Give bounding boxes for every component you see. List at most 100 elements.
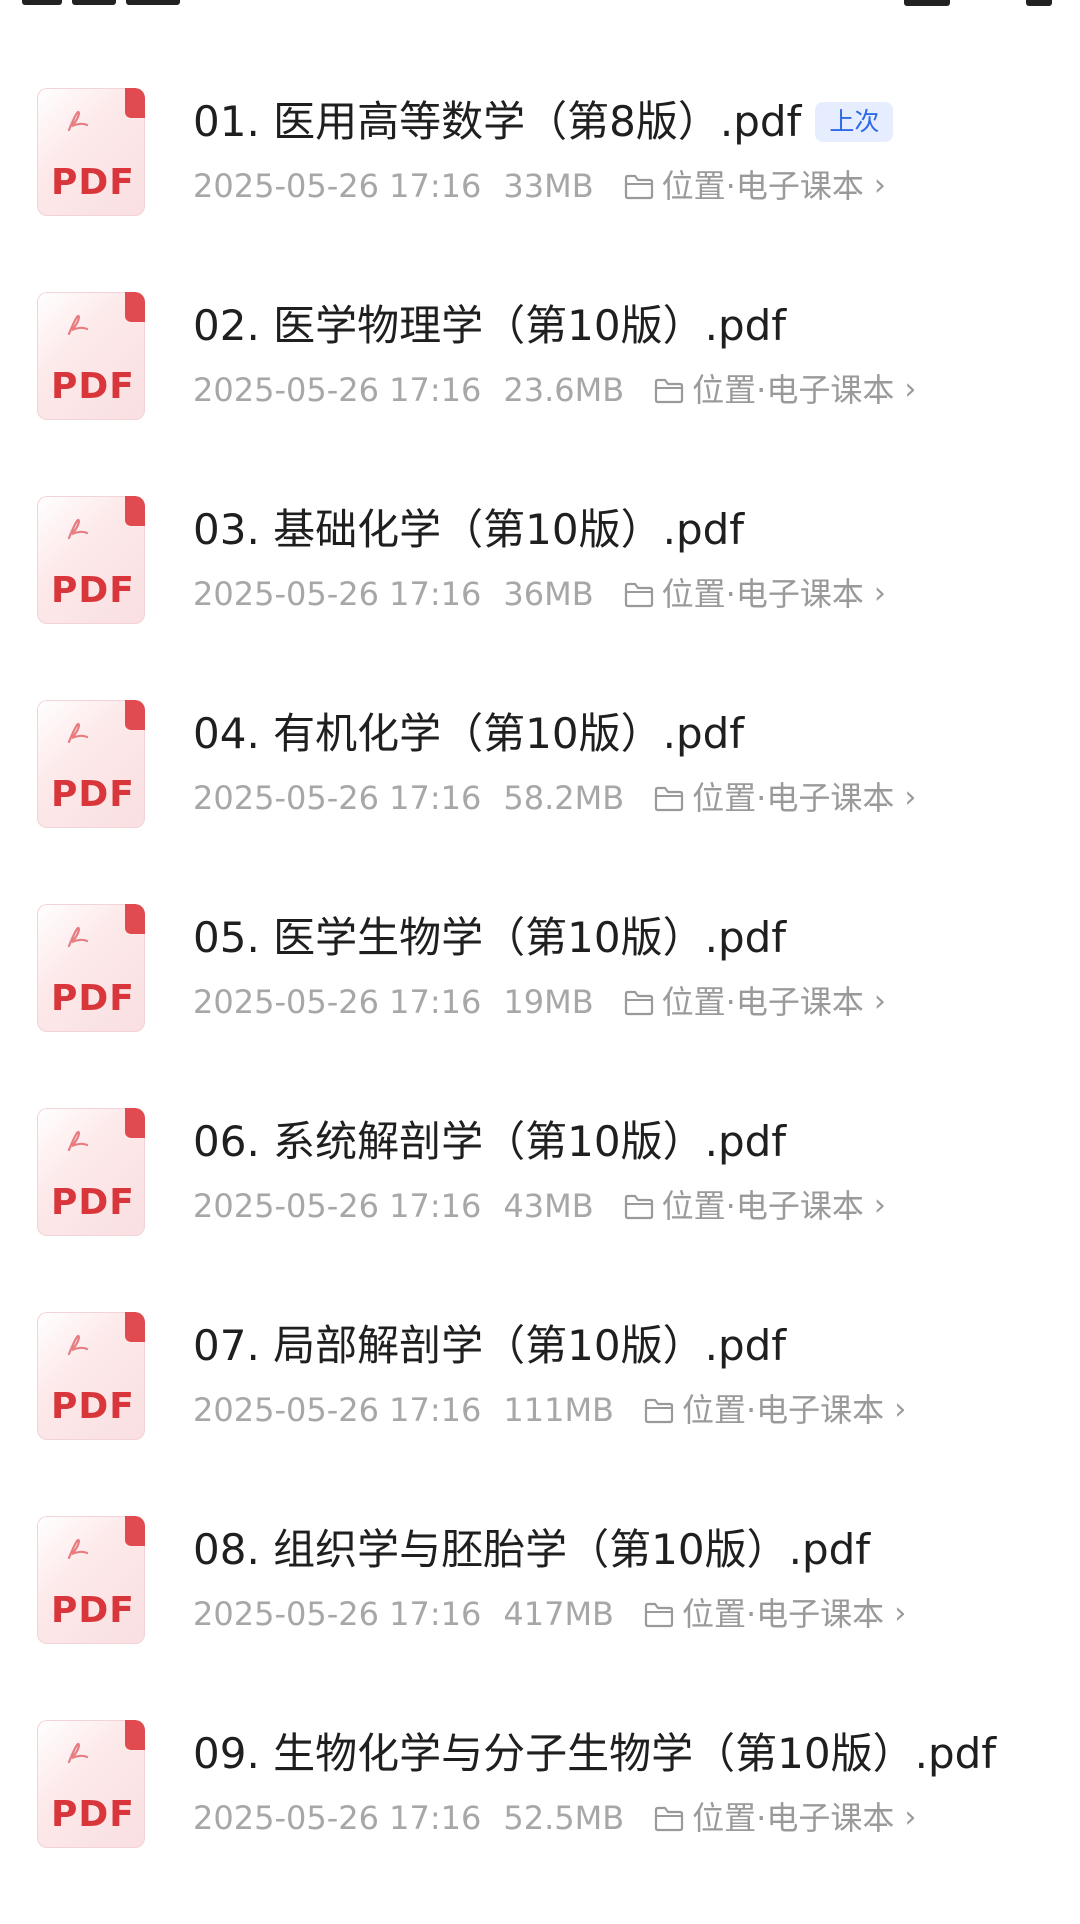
acrobat-icon	[67, 110, 89, 132]
pdf-label: PDF	[51, 978, 135, 1019]
pdf-file-icon: PDF	[37, 292, 145, 420]
pdf-corner-fold	[125, 1720, 145, 1750]
file-location-link[interactable]: 位置·电子课本 ›	[624, 1186, 886, 1226]
chevron-right-icon: ›	[894, 1392, 907, 1427]
file-location-link[interactable]: 位置·电子课本 ›	[654, 370, 916, 410]
file-title[interactable]: 09. 生物化学与分子生物学（第10版）.pdf	[193, 1728, 996, 1780]
file-size: 417MB	[503, 1595, 614, 1633]
file-size: 36MB	[503, 575, 594, 613]
file-location-link[interactable]: 位置·电子课本 ›	[624, 574, 886, 614]
pdf-label: PDF	[51, 366, 135, 407]
file-title[interactable]: 02. 医学物理学（第10版）.pdf	[193, 300, 786, 352]
chevron-right-icon: ›	[873, 984, 886, 1019]
file-location: 位置·电子课本	[692, 779, 895, 817]
file-title[interactable]: 06. 系统解剖学（第10版）.pdf	[193, 1116, 786, 1168]
pdf-file-icon: PDF	[37, 904, 145, 1032]
chevron-right-icon: ›	[894, 1596, 907, 1631]
file-date: 2025-05-26 17:16	[193, 1391, 482, 1429]
file-date: 2025-05-26 17:16	[193, 1187, 482, 1225]
file-title[interactable]: 08. 组织学与胚胎学（第10版）.pdf	[193, 1524, 870, 1576]
file-meta: 2025-05-26 17:16 19MB 位置·电子课本 ›	[193, 982, 886, 1022]
file-date: 2025-05-26 17:16	[193, 983, 482, 1021]
pdf-corner-fold	[125, 1108, 145, 1138]
file-meta: 2025-05-26 17:16 52.5MB 位置·电子课本 ›	[193, 1798, 916, 1838]
file-date: 2025-05-26 17:16	[193, 575, 482, 613]
chevron-right-icon: ›	[873, 576, 886, 611]
acrobat-icon	[67, 314, 89, 336]
pdf-label: PDF	[51, 774, 135, 815]
file-name: 02. 医学物理学（第10版）.pdf	[193, 301, 787, 350]
file-size: 19MB	[503, 983, 594, 1021]
file-size: 58.2MB	[503, 779, 625, 817]
pdf-file-icon: PDF	[37, 496, 145, 624]
file-list-item[interactable]: PDF 03. 基础化学（第10版）.pdf 2025-05-26 17:16 …	[0, 496, 1080, 700]
pdf-corner-fold	[125, 88, 145, 118]
acrobat-icon	[67, 722, 89, 744]
file-title[interactable]: 07. 局部解剖学（第10版）.pdf	[193, 1320, 786, 1372]
file-title[interactable]: 03. 基础化学（第10版）.pdf	[193, 504, 744, 556]
file-location: 位置·电子课本	[692, 1799, 895, 1837]
file-location-link[interactable]: 位置·电子课本 ›	[654, 1798, 916, 1838]
file-list-item[interactable]: PDF 05. 医学生物学（第10版）.pdf 2025-05-26 17:16…	[0, 904, 1080, 1108]
folder-icon	[624, 1194, 653, 1220]
file-list-item[interactable]: PDF 06. 系统解剖学（第10版）.pdf 2025-05-26 17:16…	[0, 1108, 1080, 1312]
pdf-file-icon: PDF	[37, 1516, 145, 1644]
file-date: 2025-05-26 17:16	[193, 167, 482, 205]
file-meta: 2025-05-26 17:16 33MB 位置·电子课本 ›	[193, 166, 886, 206]
file-list-item[interactable]: PDF 09. 生物化学与分子生物学（第10版）.pdf 2025-05-26 …	[0, 1720, 1080, 1924]
file-size: 43MB	[503, 1187, 594, 1225]
pdf-file-icon: PDF	[37, 1312, 145, 1440]
pdf-label: PDF	[51, 570, 135, 611]
file-name: 08. 组织学与胚胎学（第10版）.pdf	[193, 1525, 871, 1574]
acrobat-icon	[67, 1334, 89, 1356]
file-meta: 2025-05-26 17:16 36MB 位置·电子课本 ›	[193, 574, 886, 614]
file-location: 位置·电子课本	[692, 371, 895, 409]
folder-icon	[624, 582, 653, 608]
pdf-label: PDF	[51, 1590, 135, 1631]
pdf-label: PDF	[51, 1386, 135, 1427]
pdf-corner-fold	[125, 700, 145, 730]
file-date: 2025-05-26 17:16	[193, 779, 482, 817]
file-meta: 2025-05-26 17:16 111MB 位置·电子课本 ›	[193, 1390, 906, 1430]
file-list-item[interactable]: PDF 02. 医学物理学（第10版）.pdf 2025-05-26 17:16…	[0, 292, 1080, 496]
file-name: 09. 生物化学与分子生物学（第10版）.pdf	[193, 1729, 997, 1778]
file-location: 位置·电子课本	[682, 1595, 885, 1633]
pdf-corner-fold	[125, 496, 145, 526]
file-name: 01. 医用高等数学（第8版）.pdf	[193, 97, 802, 146]
file-location-link[interactable]: 位置·电子课本 ›	[644, 1594, 906, 1634]
file-location-link[interactable]: 位置·电子课本 ›	[654, 778, 916, 818]
chevron-right-icon: ›	[904, 1800, 917, 1835]
file-meta: 2025-05-26 17:16 417MB 位置·电子课本 ›	[193, 1594, 906, 1634]
pdf-label: PDF	[51, 162, 135, 203]
file-location-link[interactable]: 位置·电子课本 ›	[644, 1390, 906, 1430]
file-location-link[interactable]: 位置·电子课本 ›	[624, 982, 886, 1022]
file-list-item[interactable]: PDF 04. 有机化学（第10版）.pdf 2025-05-26 17:16 …	[0, 700, 1080, 904]
file-date: 2025-05-26 17:16	[193, 1799, 482, 1837]
folder-icon	[624, 990, 653, 1016]
file-name: 05. 医学生物学（第10版）.pdf	[193, 913, 787, 962]
folder-icon	[644, 1602, 674, 1628]
file-list-item[interactable]: PDF 07. 局部解剖学（第10版）.pdf 2025-05-26 17:16…	[0, 1312, 1080, 1516]
pdf-file-icon: PDF	[37, 700, 145, 828]
file-list-item[interactable]: PDF 01. 医用高等数学（第8版）.pdf 上次 2025-05-26 17…	[0, 88, 1080, 292]
folder-icon	[655, 786, 684, 812]
file-list-item[interactable]: PDF 08. 组织学与胚胎学（第10版）.pdf 2025-05-26 17:…	[0, 1516, 1080, 1720]
file-date: 2025-05-26 17:16	[193, 1595, 482, 1633]
file-list: PDF 01. 医用高等数学（第8版）.pdf 上次 2025-05-26 17…	[0, 88, 1080, 1924]
file-title[interactable]: 05. 医学生物学（第10版）.pdf	[193, 912, 786, 964]
file-title[interactable]: 04. 有机化学（第10版）.pdf	[193, 708, 744, 760]
file-name: 07. 局部解剖学（第10版）.pdf	[193, 1321, 787, 1370]
file-location-link[interactable]: 位置·电子课本 ›	[624, 166, 886, 206]
acrobat-icon	[67, 518, 89, 540]
file-size: 33MB	[503, 167, 594, 205]
file-size: 23.6MB	[503, 371, 625, 409]
status-right-fragment	[860, 0, 1060, 12]
pdf-corner-fold	[125, 1516, 145, 1546]
pdf-file-icon: PDF	[37, 1108, 145, 1236]
chevron-right-icon: ›	[904, 780, 917, 815]
folder-icon	[624, 174, 653, 200]
file-meta: 2025-05-26 17:16 23.6MB 位置·电子课本 ›	[193, 370, 916, 410]
file-title[interactable]: 01. 医用高等数学（第8版）.pdf 上次	[193, 96, 894, 148]
file-name: 06. 系统解剖学（第10版）.pdf	[193, 1117, 787, 1166]
pdf-corner-fold	[125, 904, 145, 934]
